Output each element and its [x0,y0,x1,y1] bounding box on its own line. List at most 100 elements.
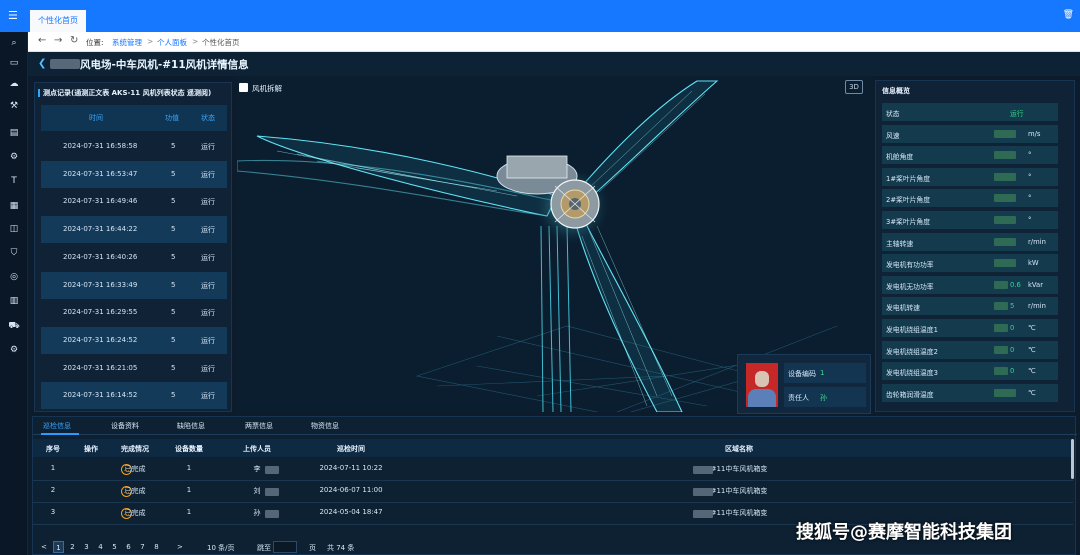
info-label: 3#桨叶片角度 [886,218,931,226]
cell-area: #11中车风机箱变 [710,509,768,517]
shield-icon[interactable]: ⛉ [7,246,21,260]
folder-icon[interactable]: ▭ [7,56,21,70]
owner-value: 孙 [820,394,827,402]
tab-device-docs[interactable]: 设备资料 [111,421,139,431]
cloud-icon[interactable]: ☁ [7,77,21,91]
redacted-value [994,302,1008,311]
info-label: 2#桨叶片角度 [886,196,931,205]
info-unit: ℃ [1028,345,1036,354]
tab-materials[interactable]: 物资信息 [311,421,339,431]
gear-icon[interactable]: ⚙ [7,150,21,164]
page-button[interactable]: 6 [123,541,134,553]
info-label: 发电机绕组温度2 [886,347,938,356]
prev-page-button[interactable]: < [41,543,47,551]
sidebar: ⌕ ▭ ☁ ⚒ ▤ ⚙ T ▦ ◫ ⛉ ◎ ▥ ⛟ ⚙ [0,32,28,555]
redacted-value [994,129,1016,138]
nav-bar: ← → ↻ 位置: 系统管理 > 个人面板 > 个性化首页 [28,32,1080,52]
box-icon[interactable]: ◫ [7,222,21,236]
hammer-icon[interactable]: T [7,174,21,188]
table-row[interactable]: 2... 已完成 1 刘 2024-06-07 11:00 #11中车风机箱变 [33,481,1073,503]
info-row: 3#桨叶片角度 ° [882,211,1058,229]
record-status: 运行 [201,309,215,318]
tab-defects[interactable]: 缺陷信息 [177,421,205,431]
col-value: 功值 [165,114,179,122]
trash-icon[interactable]: 🗑 [1063,10,1074,20]
redacted-name [265,510,279,518]
breadcrumb-system[interactable]: 系统管理 [112,37,142,48]
info-unit: ° [1028,216,1032,224]
col-count: 设备数量 [175,445,203,453]
info-value: 运行 [1010,110,1024,118]
info-row: 2#桨叶片角度 ° [882,189,1058,208]
record-status: 运行 [201,392,215,401]
cell-time: 2024-05-04 18:47 [319,508,383,516]
page-button[interactable]: 1 [53,541,64,553]
active-tab-indicator [41,433,79,435]
user-settings-icon[interactable]: ⚙ [7,343,21,357]
menu-toggle-icon[interactable]: ☰ [8,10,20,22]
table-scrollbar[interactable] [1071,439,1074,479]
page-button[interactable]: 8 [151,541,162,553]
redacted-value [994,345,1008,354]
back-icon[interactable]: ❮ [38,58,46,69]
record-status: 运行 [201,143,215,151]
record-status: 运行 [201,281,215,290]
table-header: 序号 操作 完成情况 设备数量 上传人员 巡检时间 区域名称 [33,439,1073,457]
info-label: 发电机转速 [886,304,920,313]
watermark: 搜狐号@赛摩智能科技集团 [796,522,1012,543]
cell-time: 2024-07-11 10:22 [319,464,383,472]
table-row[interactable]: 1... 已完成 1 李 2024-07-11 10:22 #11中车风机箱变 [33,459,1073,481]
record-value: 5 [171,363,176,372]
car-icon[interactable]: ⛟ [7,319,21,333]
refresh-icon[interactable]: ↻ [70,35,78,46]
info-row: 主轴转速 r/min [882,232,1058,251]
cell-index: 2 [50,486,56,494]
record-row: 2024-07-31 16:29:55 5 运行 [41,299,227,326]
redacted-value [994,172,1016,181]
page-size-select[interactable]: 10 条/页 [207,543,235,553]
info-label: 齿轮箱润滑温度 [886,390,934,399]
page-button[interactable]: 5 [109,541,120,553]
page-button[interactable]: 2 [67,541,78,553]
page-button[interactable]: 4 [95,541,106,553]
redacted-value [994,259,1016,268]
cell-index: 1 [50,464,56,472]
cell-uploader: 孙 [253,509,261,517]
record-value: 5 [171,142,176,150]
cell-time: 2024-06-07 11:00 [319,486,383,494]
redacted-area [693,466,713,474]
record-time: 2024-07-31 16:40:26 [63,252,138,261]
explode-checkbox[interactable] [239,83,248,92]
table-icon[interactable]: ▦ [7,199,21,213]
col-time: 时间 [89,114,103,122]
document-icon[interactable]: ▤ [7,126,21,140]
record-time: 2024-07-31 16:29:55 [63,308,138,317]
info-row: 机舱角度 ° [882,146,1058,165]
info-unit: ℃ [1028,388,1036,397]
tab-work-tickets[interactable]: 两票信息 [245,421,273,431]
back-arrow-icon[interactable]: ← [38,35,46,46]
tab-personal-home[interactable]: 个性化首页 [30,8,86,32]
device-card: 设备编码 1 责任人 孙 [737,354,871,414]
device-code-value: 1 [820,369,825,377]
settings-circle-icon[interactable]: ◎ [7,270,21,284]
breadcrumb-panel[interactable]: 个人面板 [157,37,187,48]
search-icon[interactable]: ⌕ [7,36,21,50]
info-value: 0.6 [1010,280,1021,289]
page-button[interactable]: 3 [81,541,92,553]
redacted-value [994,237,1016,246]
record-time: 2024-07-31 16:33:49 [63,280,138,289]
title-bar: ❮ 风电场-中车风机-#11风机详情信息 [28,52,1080,76]
next-page-button[interactable]: > [177,543,183,551]
col-index: 序号 [46,445,60,453]
report-icon[interactable]: ▥ [7,294,21,308]
view-3d-button[interactable]: 3D [845,80,863,94]
info-unit: m/s [1028,129,1041,138]
record-row: 2024-07-31 16:40:26 5 运行 [41,244,227,271]
tools-icon[interactable]: ⚒ [7,99,21,113]
forward-arrow-icon[interactable]: → [54,35,62,46]
info-unit: ° [1028,194,1032,203]
page-button[interactable]: 7 [137,541,148,553]
tab-inspection[interactable]: 巡检信息 [43,421,71,431]
jump-input[interactable] [273,541,297,553]
